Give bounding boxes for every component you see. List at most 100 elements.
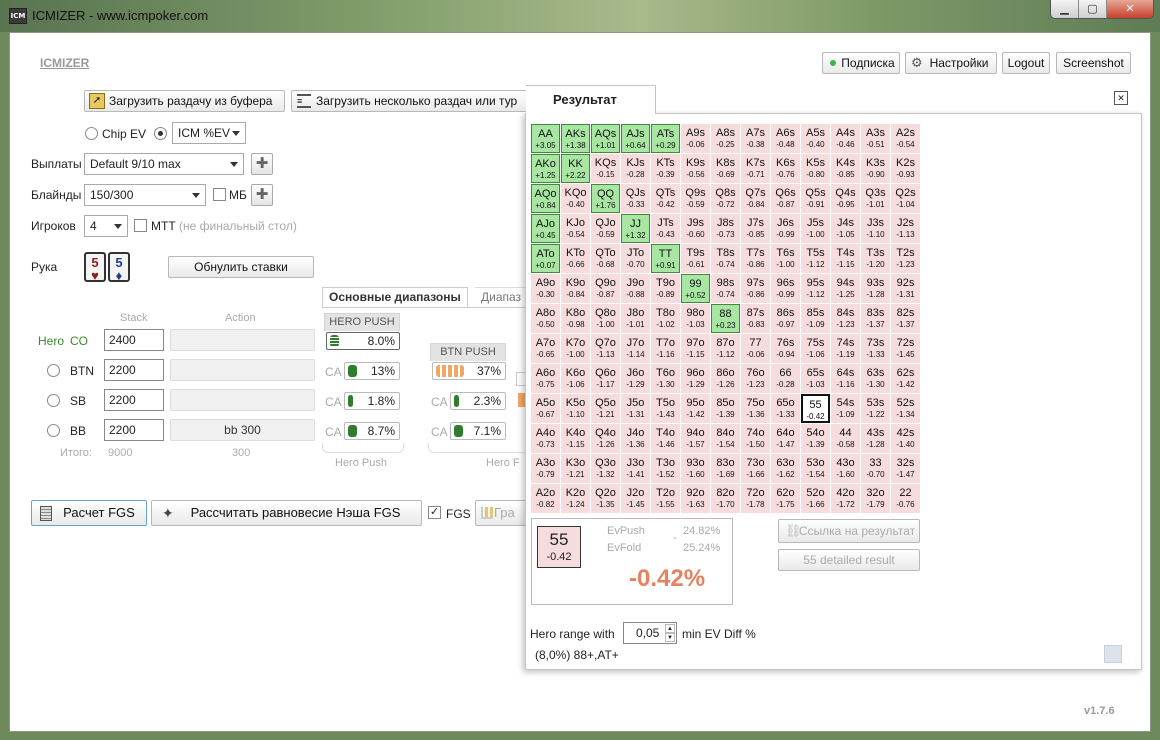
hand-cell[interactable]: A7o -0.65 <box>531 334 560 363</box>
hand-cell[interactable]: AQs +1.01 <box>591 124 620 153</box>
tab-other-ranges[interactable]: Диапаз <box>475 287 527 307</box>
hand-cell[interactable]: 95o -1.42 <box>681 394 710 423</box>
hand-cell[interactable]: T5s -1.12 <box>801 244 830 273</box>
hand-cell[interactable]: 54s -1.09 <box>831 394 860 423</box>
hand-cell[interactable]: 65s -1.03 <box>801 364 830 393</box>
stack-co-input[interactable]: 2400 <box>104 329 164 351</box>
hand-cell[interactable]: A2s -0.54 <box>891 124 920 153</box>
hand-cell[interactable]: JTo -0.70 <box>621 244 650 273</box>
hand-cell[interactable]: 84o -1.54 <box>711 424 740 453</box>
hand-cell[interactable]: 64o -1.47 <box>771 424 800 453</box>
hand-cell[interactable]: A5s -0.40 <box>801 124 830 153</box>
hand-cell[interactable]: 92o -1.63 <box>681 484 710 513</box>
hand-cell[interactable]: K7o -1.00 <box>561 334 590 363</box>
hand-cell[interactable]: T9o -0.89 <box>651 274 680 303</box>
hand-cell[interactable]: 62o -1.75 <box>771 484 800 513</box>
result-link-button[interactable]: ⛓ Ссылка на результат <box>778 519 920 543</box>
hand-cell[interactable]: Q5o -1.21 <box>591 394 620 423</box>
hand-cell[interactable]: QQ +1.76 <box>591 184 620 213</box>
hand-cell[interactable]: A7s -0.38 <box>741 124 770 153</box>
players-select[interactable]: 4 <box>84 215 128 237</box>
hand-cell[interactable]: 33 -0.70 <box>861 454 890 483</box>
hand-cell[interactable]: 73s -1.33 <box>861 334 890 363</box>
action-sb[interactable] <box>170 389 315 411</box>
icm-ev-select[interactable]: ICM %EV <box>172 122 246 144</box>
hand-cell[interactable]: 88 +0.23 <box>711 304 740 333</box>
hand-cell[interactable]: AJs +0.64 <box>621 124 650 153</box>
hand-cell[interactable]: 77 -0.06 <box>741 334 770 363</box>
hand-cell[interactable]: 95s -1.12 <box>801 274 830 303</box>
hand-cell[interactable]: T3o -1.52 <box>651 454 680 483</box>
subscription-button[interactable]: Подписка <box>822 52 900 74</box>
hand-cell[interactable]: K6s -0.76 <box>771 154 800 183</box>
hand-cell[interactable]: 87s -0.83 <box>741 304 770 333</box>
fgs-checkbox[interactable]: ✓ <box>428 506 441 519</box>
hand-cell[interactable]: T7o -1.16 <box>651 334 680 363</box>
copy-icon[interactable] <box>1104 645 1122 663</box>
hand-cell[interactable]: JJ +1.32 <box>621 214 650 243</box>
hand-cell[interactable]: 83o -1.69 <box>711 454 740 483</box>
hand-cell[interactable]: A4o -0.73 <box>531 424 560 453</box>
hero-radio-bb[interactable] <box>47 424 60 437</box>
hand-cell[interactable]: T2s -1.23 <box>891 244 920 273</box>
stack-sb-input[interactable]: 2200 <box>104 389 164 411</box>
hand-cell[interactable]: 74s -1.19 <box>831 334 860 363</box>
hand-cell[interactable]: Q4s -0.95 <box>831 184 860 213</box>
hand-cell[interactable]: K6o -1.06 <box>561 364 590 393</box>
hand-cell[interactable]: AJo +0.45 <box>531 214 560 243</box>
hand-cell[interactable]: Q6o -1.17 <box>591 364 620 393</box>
hand-cell[interactable]: T6s -1.00 <box>771 244 800 273</box>
hand-cell[interactable]: KQo -0.40 <box>561 184 590 213</box>
hand-cell[interactable]: 93s -1.28 <box>861 274 890 303</box>
hand-cell[interactable]: T2o -1.55 <box>651 484 680 513</box>
hand-cell[interactable]: 98o -1.03 <box>681 304 710 333</box>
hand-cell[interactable]: J5o -1.31 <box>621 394 650 423</box>
hand-cell[interactable]: J6o -1.29 <box>621 364 650 393</box>
hand-cell[interactable]: Q7s -0.84 <box>741 184 770 213</box>
payouts-select[interactable]: Default 9/10 max <box>84 153 244 175</box>
ca-bb-range[interactable]: 8.7% <box>344 422 400 440</box>
hand-cell[interactable]: 96s -0.99 <box>771 274 800 303</box>
hand-cell[interactable]: TT +0.91 <box>651 244 680 273</box>
blinds-select[interactable]: 150/300 <box>84 184 206 206</box>
hand-cell[interactable]: 64s -1.16 <box>831 364 860 393</box>
hand-cell[interactable]: KTs -0.39 <box>651 154 680 183</box>
hand-cell[interactable]: QJo -0.59 <box>591 214 620 243</box>
add-payout-button[interactable]: ✚ <box>251 153 273 175</box>
hand-cell[interactable]: 93o -1.60 <box>681 454 710 483</box>
screenshot-button[interactable]: Screenshot <box>1056 52 1131 74</box>
hand-cell[interactable]: KJo -0.54 <box>561 214 590 243</box>
hand-cell[interactable]: 76o -1.23 <box>741 364 770 393</box>
hand-cell[interactable]: K5o -1.10 <box>561 394 590 423</box>
hand-cell[interactable]: 84s -1.23 <box>831 304 860 333</box>
hand-cell[interactable]: 75o -1.36 <box>741 394 770 423</box>
hand-cell[interactable]: Q3s -1.01 <box>861 184 890 213</box>
hand-cell[interactable]: ATs +0.29 <box>651 124 680 153</box>
hand-cell[interactable]: KQs -0.15 <box>591 154 620 183</box>
graph-button[interactable]: Гра <box>475 500 527 526</box>
hand-cell[interactable]: K9s -0.56 <box>681 154 710 183</box>
hero-card-1[interactable]: 5 ♥ <box>84 252 106 282</box>
tab-result[interactable]: Результат <box>526 85 656 114</box>
load-clipboard-button[interactable]: ➚ Загрузить раздачу из буфера <box>84 90 285 112</box>
hand-cell[interactable]: ATo +0.07 <box>531 244 560 273</box>
hand-cell[interactable]: T8s -0.74 <box>711 244 740 273</box>
stack-bb-input[interactable]: 2200 <box>104 419 164 441</box>
hand-cell[interactable]: 85o -1.39 <box>711 394 740 423</box>
btn-ca-bb-range[interactable]: 7.1% <box>450 422 506 440</box>
hand-cell[interactable]: Q8s -0.72 <box>711 184 740 213</box>
hand-cell[interactable]: K4o -1.15 <box>561 424 590 453</box>
hand-cell[interactable]: 32s -1.47 <box>891 454 920 483</box>
hand-cell[interactable]: A6s -0.48 <box>771 124 800 153</box>
spin-up-icon[interactable]: ▲ <box>665 624 675 633</box>
tab-main-ranges[interactable]: Основные диапазоны <box>322 287 468 307</box>
stack-btn-input[interactable]: 2200 <box>104 359 164 381</box>
min-ev-diff-input[interactable]: 0,05 ▲ ▼ <box>623 622 677 644</box>
hand-cell[interactable]: J7o -1.14 <box>621 334 650 363</box>
hero-radio-sb[interactable] <box>47 394 60 407</box>
hand-cell[interactable]: Q9s -0.59 <box>681 184 710 213</box>
hand-cell[interactable]: 72o -1.78 <box>741 484 770 513</box>
hand-cell[interactable]: J4o -1.36 <box>621 424 650 453</box>
hand-cell[interactable]: 54o -1.39 <box>801 424 830 453</box>
hand-cell[interactable]: 43s -1.28 <box>861 424 890 453</box>
